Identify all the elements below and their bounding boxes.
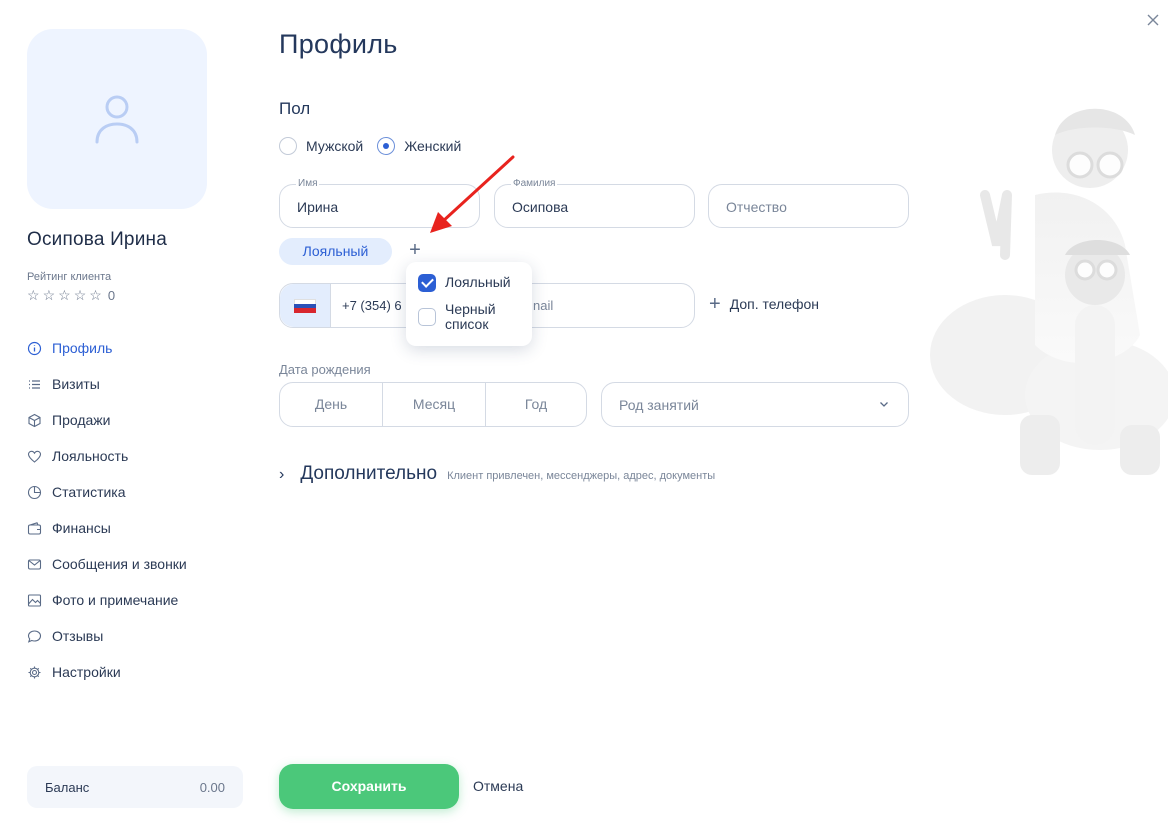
radio-female[interactable]: [377, 137, 396, 155]
last-name-value[interactable]: Осипова: [512, 199, 568, 215]
phone-value[interactable]: +7 (354) 6: [342, 298, 402, 313]
client-name: Осипова Ирина: [27, 229, 167, 250]
close-icon[interactable]: [1143, 10, 1163, 30]
tag-option-label: Лояльный: [445, 274, 511, 290]
chevron-down-icon: [880, 402, 888, 407]
first-name-label: Имя: [296, 178, 320, 189]
info-circle-icon: [27, 341, 42, 355]
pie-chart-icon: [27, 485, 42, 499]
sidebar-item-loyalty[interactable]: Лояльность: [27, 448, 128, 464]
occupation-placeholder: Род занятий: [619, 397, 699, 413]
middle-name-field[interactable]: Отчество: [708, 184, 909, 228]
checkbox-unchecked[interactable]: [418, 308, 436, 326]
tag-option-blacklist[interactable]: Черный список: [418, 302, 522, 332]
middle-name-placeholder[interactable]: Отчество: [726, 199, 787, 215]
last-name-field[interactable]: Фамилия Осипова: [494, 178, 695, 228]
sidebar-item-photos[interactable]: Фото и примечание: [27, 592, 178, 608]
sidebar-item-visits[interactable]: Визиты: [27, 376, 100, 392]
sidebar-item-label: Фото и примечание: [52, 592, 179, 608]
person-with-dog-illustration: [930, 108, 1168, 475]
sidebar-item-settings[interactable]: Настройки: [27, 664, 121, 680]
birthdate-month[interactable]: Месяц: [383, 383, 485, 426]
sidebar-item-label: Профиль: [52, 340, 113, 356]
save-button[interactable]: Сохранить: [279, 764, 459, 809]
sidebar-item-label: Настройки: [52, 664, 121, 680]
occupation-select[interactable]: Род занятий: [601, 382, 909, 427]
gender-heading: Пол: [279, 99, 311, 118]
radio-male-label[interactable]: Мужской: [306, 138, 363, 154]
star-icon: ☆: [42, 287, 56, 303]
sidebar-item-finance[interactable]: Финансы: [27, 520, 111, 536]
balance-label: Баланс: [45, 780, 90, 795]
additional-subtitle: Клиент привлечен, мессенджеры, адрес, до…: [447, 470, 716, 482]
additional-title: Дополнительно: [300, 463, 438, 484]
box-icon: [28, 413, 41, 427]
radio-male[interactable]: [279, 137, 297, 155]
country-selector[interactable]: [280, 284, 331, 327]
sidebar-item-label: Финансы: [52, 520, 111, 536]
sidebar-item-statistics[interactable]: Статистика: [27, 484, 126, 500]
plus-icon: +: [709, 293, 721, 315]
additional-section-toggle[interactable]: › Дополнительно Клиент привлечен, мессен…: [279, 463, 715, 485]
star-icon: ☆: [73, 287, 87, 303]
star-icon: ☆: [58, 287, 71, 303]
sidebar-item-label: Статистика: [52, 484, 126, 500]
add-phone-label: Доп. телефон: [729, 296, 820, 312]
sidebar-item-profile[interactable]: Профиль: [27, 340, 112, 356]
russia-flag-icon: [294, 299, 316, 313]
balance-value: 0.00: [199, 780, 225, 795]
balance-panel: Баланс 0.00: [27, 766, 243, 808]
loyalty-tag[interactable]: Лояльный: [279, 238, 392, 265]
annotation-arrow: [430, 155, 515, 233]
image-icon: [27, 593, 42, 607]
tag-option-label: Черный список: [445, 301, 496, 332]
email-placeholder[interactable]: nail: [533, 298, 553, 313]
first-name-value[interactable]: Ирина: [297, 199, 338, 215]
sidebar-item-messages[interactable]: Сообщения и звонки: [27, 556, 187, 572]
sidebar-item-label: Отзывы: [52, 628, 104, 644]
rating-value: 0: [107, 287, 116, 303]
birthdate-day[interactable]: День: [280, 383, 382, 426]
sidebar-item-label: Лояльность: [52, 448, 129, 464]
sidebar-item-label: Продажи: [52, 412, 111, 428]
add-phone-button[interactable]: + Доп. телефон: [709, 293, 820, 315]
client-rating: ☆ ☆ ☆ ☆ ☆ 0: [27, 287, 115, 303]
star-icon: ☆: [89, 287, 102, 303]
gear-icon: [28, 666, 41, 678]
birthdate-field: День Месяц Год: [279, 382, 587, 427]
tag-option-loyal[interactable]: Лояльный: [418, 274, 511, 292]
page-title: Профиль: [279, 29, 398, 59]
sidebar-item-sales[interactable]: Продажи: [27, 412, 110, 428]
birthdate-label: Дата рождения: [279, 362, 371, 377]
rating-label: Рейтинг клиента: [27, 271, 112, 283]
sidebar-item-label: Визиты: [52, 376, 100, 392]
wallet-icon: [27, 521, 42, 535]
tag-dropdown: Лояльный Черный список: [406, 262, 532, 346]
cancel-button[interactable]: Отмена: [473, 778, 523, 794]
birthdate-year[interactable]: Год: [486, 383, 586, 426]
checkbox-checked[interactable]: [418, 274, 436, 292]
chat-bubble-icon: [27, 629, 42, 643]
mail-icon: [27, 558, 42, 570]
chevron-right-icon: ›: [279, 466, 285, 483]
heart-icon: [27, 450, 42, 463]
sidebar-item-label: Сообщения и звонки: [52, 556, 187, 572]
sidebar-item-reviews[interactable]: Отзывы: [27, 628, 103, 644]
list-icon: [29, 379, 40, 389]
avatar[interactable]: [27, 29, 207, 209]
star-icon: ☆: [27, 287, 40, 303]
user-icon: [95, 95, 139, 144]
